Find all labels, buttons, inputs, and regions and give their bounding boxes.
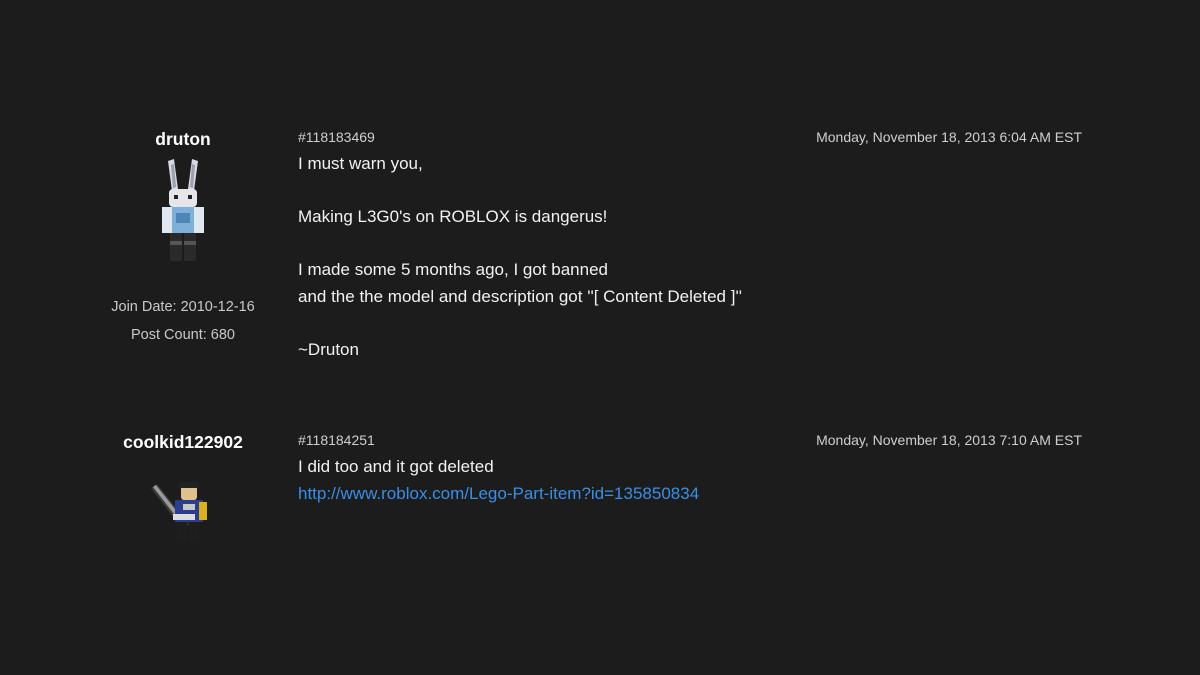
post-timestamp: Monday, November 18, 2013 7:10 AM EST <box>816 432 1082 448</box>
post-line: I made some 5 months ago, I got banned <box>298 260 608 279</box>
post-content: I did too and it got deleted http://www.… <box>298 454 1082 507</box>
author-username[interactable]: coolkid122902 <box>93 430 273 454</box>
post-body: #118184251 Monday, November 18, 2013 7:1… <box>298 430 1082 507</box>
forum-post: coolkid122902 #118184251 Monday, Novembe… <box>0 430 1200 570</box>
robloxian-with-weapon-avatar-icon[interactable] <box>143 474 223 546</box>
forum-thread: druton Join Date: 2010-12-16 Post Count:… <box>0 0 1200 675</box>
post-header: #118184251 Monday, November 18, 2013 7:1… <box>298 430 1082 450</box>
post-line <box>298 310 1082 337</box>
post-line <box>298 231 1082 258</box>
post-line <box>298 178 1082 205</box>
post-author: coolkid122902 <box>93 430 273 546</box>
author-post-count: Post Count: 680 <box>131 327 235 343</box>
author-join-date: Join Date: 2010-12-16 <box>111 299 255 315</box>
post-timestamp: Monday, November 18, 2013 6:04 AM EST <box>816 129 1082 145</box>
post-content: I must warn you, Making L3G0's on ROBLOX… <box>298 151 1082 363</box>
post-link[interactable]: http://www.roblox.com/Lego-Part-item?id=… <box>298 484 699 503</box>
post-line: and the the model and description got ''… <box>298 286 742 306</box>
bunny-ears-avatar-icon[interactable] <box>148 155 218 267</box>
post-line: I did too and it got deleted <box>298 457 494 476</box>
post-body: #118183469 Monday, November 18, 2013 6:0… <box>298 127 1082 363</box>
post-header: #118183469 Monday, November 18, 2013 6:0… <box>298 127 1082 147</box>
author-username[interactable]: druton <box>93 127 273 151</box>
post-id-link[interactable]: #118184251 <box>298 430 375 450</box>
post-id-link[interactable]: #118183469 <box>298 127 375 147</box>
post-line: Making L3G0's on ROBLOX is dangerus! <box>298 207 608 226</box>
post-author: druton Join Date: 2010-12-16 Post Count:… <box>93 127 273 349</box>
forum-post: druton Join Date: 2010-12-16 Post Count:… <box>0 127 1200 387</box>
post-line: ~Druton <box>298 339 359 359</box>
post-line: I must warn you, <box>298 154 423 173</box>
